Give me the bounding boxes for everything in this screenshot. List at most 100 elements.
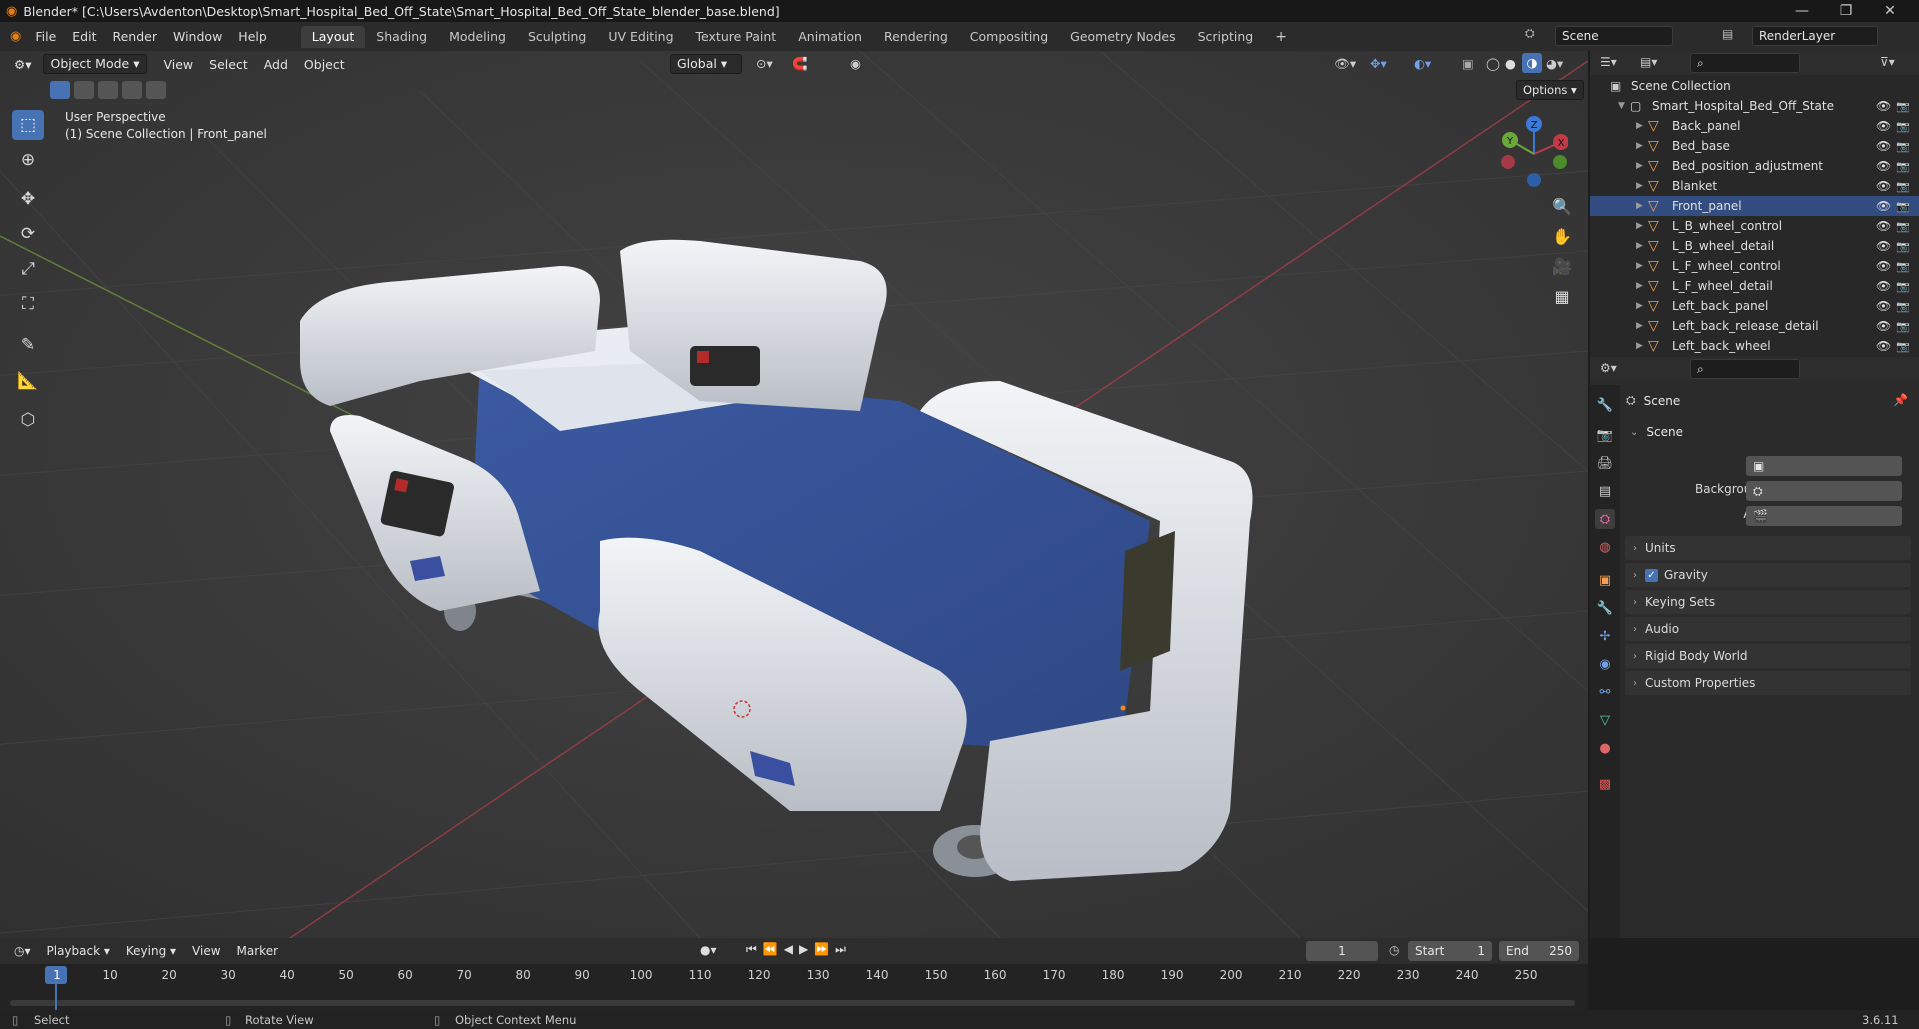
close-button[interactable]: ✕ <box>1868 0 1912 22</box>
viewlayer-field[interactable]: RenderLayer <box>1752 26 1878 46</box>
cursor-tool-icon[interactable]: ⊕ <box>12 145 44 175</box>
panel-custom-properties[interactable]: › Custom Properties <box>1625 671 1911 695</box>
xray-icon[interactable]: ▣ <box>1462 56 1474 71</box>
active-clip-field[interactable]: 🎬 <box>1746 506 1902 526</box>
texture-tab-icon[interactable]: ▩ <box>1595 774 1615 794</box>
expand-icon[interactable]: ▶ <box>1636 141 1643 151</box>
tab-shading[interactable]: Shading <box>365 26 438 48</box>
outliner-editor-icon[interactable]: ☰▾ <box>1600 55 1617 69</box>
properties-editor-icon[interactable]: ⚙▾ <box>1600 361 1617 375</box>
render-camera-icon[interactable]: 📷 <box>1896 320 1910 333</box>
modifier-tab-icon[interactable]: 🔧 <box>1595 598 1615 618</box>
panel-audio[interactable]: › Audio <box>1625 617 1911 641</box>
visibility-eye-icon[interactable]: 👁 <box>1876 179 1891 193</box>
overlay-icon[interactable]: ◐▾ <box>1414 56 1431 71</box>
render-camera-icon[interactable]: 📷 <box>1896 260 1910 273</box>
visibility-eye-icon[interactable]: 👁 <box>1876 279 1891 293</box>
menu-view[interactable]: View <box>155 57 201 72</box>
menu-object[interactable]: Object <box>296 57 353 72</box>
select-intersect-icon[interactable] <box>146 81 166 99</box>
tab-texture-paint[interactable]: Texture Paint <box>685 26 788 48</box>
add-workspace-icon[interactable]: + <box>1264 26 1298 48</box>
tab-layout[interactable]: Layout <box>300 25 366 48</box>
mode-dropdown[interactable]: Object Mode ▾ <box>43 54 148 74</box>
view-layer-tab-icon[interactable]: ▤ <box>1595 481 1615 501</box>
camera-view-icon[interactable]: 🎥 <box>1548 252 1576 280</box>
background-scene-field[interactable]: ⛭ <box>1746 481 1902 501</box>
add-cube-tool-icon[interactable]: ⬡ <box>12 405 44 435</box>
visibility-eye-icon[interactable]: 👁 <box>1876 239 1891 253</box>
scene-icon[interactable]: ⛭ <box>1525 26 1535 41</box>
expand-icon[interactable]: ▶ <box>1636 201 1643 211</box>
scene-panel-header[interactable]: ⌄ Scene <box>1630 425 1683 439</box>
particles-tab-icon[interactable]: ✢ <box>1595 626 1615 646</box>
outliner-search-input[interactable]: ⌕ <box>1690 53 1800 73</box>
scene-tab-icon[interactable]: ⛭ <box>1595 509 1615 529</box>
data-tab-icon[interactable]: ▽ <box>1595 710 1615 730</box>
menu-marker[interactable]: Marker <box>229 944 286 958</box>
outliner-item[interactable]: ▶ ▽ L_B_wheel_detail 👁 📷 <box>1590 236 1919 256</box>
measure-tool-icon[interactable]: 📐 <box>12 366 44 396</box>
visibility-eye-icon[interactable]: 👁 <box>1876 219 1891 233</box>
playback-controls[interactable]: ⏮⏪◀▶⏩⏭ <box>746 942 852 957</box>
zoom-icon[interactable]: 🔍 <box>1548 192 1576 220</box>
material-shading-icon[interactable]: ◑ <box>1522 53 1542 73</box>
rendered-shading-icon[interactable]: ◕▾ <box>1546 56 1563 71</box>
menu-add[interactable]: Add <box>256 57 296 72</box>
panel-gravity[interactable]: › ✓ Gravity <box>1625 563 1911 587</box>
world-tab-icon[interactable]: ◍ <box>1595 537 1615 557</box>
render-camera-icon[interactable]: 📷 <box>1896 280 1910 293</box>
select-extend-icon[interactable] <box>74 81 94 99</box>
tab-compositing[interactable]: Compositing <box>959 26 1059 48</box>
pivot-icon[interactable]: ⊙▾ <box>756 56 773 71</box>
outliner-item[interactable]: ▶ ▽ Bed_position_adjustment 👁 📷 <box>1590 156 1919 176</box>
render-camera-icon[interactable]: 📷 <box>1896 140 1910 153</box>
display-mode-icon[interactable]: ▤▾ <box>1640 55 1657 69</box>
perspective-grid-icon[interactable]: ▦ <box>1548 282 1576 310</box>
panel-units[interactable]: › Units <box>1625 536 1911 560</box>
select-subtract-icon[interactable] <box>98 81 118 99</box>
gizmo-toggle-icon[interactable]: ✥▾ <box>1370 56 1387 71</box>
current-frame-field[interactable]: 1 <box>1306 941 1378 961</box>
render-camera-icon[interactable]: 📷 <box>1896 100 1910 113</box>
end-frame-field[interactable]: End 250 <box>1499 941 1579 961</box>
render-camera-icon[interactable]: 📷 <box>1896 160 1910 173</box>
expand-icon[interactable]: ▶ <box>1636 121 1643 131</box>
menu-select[interactable]: Select <box>201 57 256 72</box>
render-camera-icon[interactable]: 📷 <box>1896 120 1910 133</box>
outliner-item[interactable]: ▶ ▽ L_B_wheel_control 👁 📷 <box>1590 216 1919 236</box>
expand-icon[interactable]: ▶ <box>1636 241 1643 251</box>
rotate-tool-icon[interactable]: ⟳ <box>12 219 44 249</box>
navigation-gizmo[interactable]: Z X Y <box>1496 112 1568 190</box>
tab-uv-editing[interactable]: UV Editing <box>597 26 684 48</box>
menu-window[interactable]: Window <box>165 29 230 44</box>
visibility-eye-icon[interactable]: 👁 <box>1876 99 1891 113</box>
scale-tool-icon[interactable]: ⤢ <box>12 254 44 284</box>
transform-tool-icon[interactable]: ⛶ <box>12 289 44 319</box>
expand-icon[interactable]: ▶ <box>1636 161 1643 171</box>
gravity-checkbox[interactable]: ✓ <box>1645 568 1658 582</box>
start-frame-field[interactable]: Start 1 <box>1408 941 1492 961</box>
menu-help[interactable]: Help <box>230 29 275 44</box>
expand-icon[interactable]: ▶ <box>1636 301 1643 311</box>
tab-scripting[interactable]: Scripting <box>1187 26 1265 48</box>
proportional-edit-icon[interactable]: ◉ <box>850 56 861 71</box>
object-tab-icon[interactable]: ▣ <box>1595 570 1615 590</box>
visibility-eye-icon[interactable]: 👁 <box>1876 119 1891 133</box>
expand-icon[interactable]: ▼ <box>1618 101 1625 111</box>
timeline-editor-icon[interactable]: ◷▾ <box>6 944 39 958</box>
render-camera-icon[interactable]: 📷 <box>1896 200 1910 213</box>
visibility-eye-icon[interactable]: 👁 <box>1876 299 1891 313</box>
render-camera-icon[interactable]: 📷 <box>1896 220 1910 233</box>
outliner-item[interactable]: ▶ ▽ Left_back_release_detail 👁 📷 <box>1590 316 1919 336</box>
outliner-item[interactable]: ▶ ▽ Bed_base 👁 📷 <box>1590 136 1919 156</box>
select-invert-icon[interactable] <box>122 81 142 99</box>
render-tab-icon[interactable]: 📷 <box>1595 425 1615 445</box>
visibility-eye-icon[interactable]: 👁 <box>1876 319 1891 333</box>
tab-rendering[interactable]: Rendering <box>873 26 959 48</box>
expand-icon[interactable]: ▶ <box>1636 181 1643 191</box>
viewlayer-icon[interactable]: ▤ <box>1722 27 1733 41</box>
expand-icon[interactable]: ▶ <box>1636 281 1643 291</box>
material-tab-icon[interactable]: ● <box>1595 738 1615 758</box>
panel-keying-sets[interactable]: › Keying Sets <box>1625 590 1911 614</box>
